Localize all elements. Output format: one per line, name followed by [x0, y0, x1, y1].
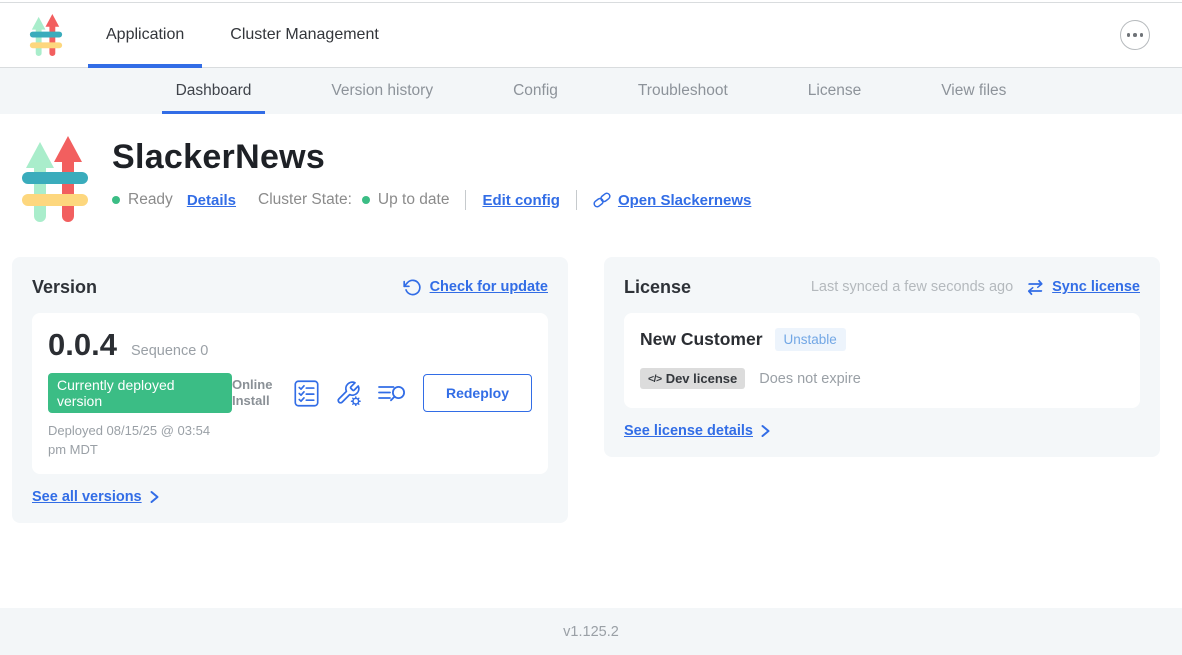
chevron-right-icon [149, 490, 160, 504]
tab-label: License [808, 82, 861, 100]
divider [576, 190, 577, 210]
overflow-menu-button[interactable] [1120, 20, 1150, 50]
version-info: 0.0.4 Sequence 0 Currently deployed vers… [48, 327, 232, 460]
license-card-header: License Last synced a few seconds ago Sy… [624, 275, 1140, 299]
details-link[interactable]: Details [187, 192, 236, 209]
tab-troubleshoot[interactable]: Troubleshoot [624, 68, 742, 114]
chain-link-icon [593, 191, 611, 209]
config-wrench-icon[interactable] [334, 380, 362, 406]
divider [465, 190, 466, 210]
console-version-label: v1.125.2 [563, 624, 619, 640]
tab-config[interactable]: Config [499, 68, 572, 114]
version-action-icons [294, 380, 407, 407]
nav-spacer [397, 3, 1120, 67]
cluster-state-value: Up to date [378, 191, 450, 209]
edit-config-link[interactable]: Edit config [482, 192, 560, 209]
see-license-details-row: See license details [624, 423, 1140, 439]
app-status-text: Ready [128, 191, 173, 209]
app-header: SlackerNews Ready Details Cluster State:… [20, 134, 1182, 224]
license-details-panel: New Customer Unstable </> Dev license Do… [624, 313, 1140, 408]
check-for-update-link[interactable]: Check for update [403, 278, 548, 297]
code-icon: </> [648, 373, 662, 385]
license-type-row: </> Dev license Does not expire [640, 368, 1124, 389]
refresh-icon [403, 278, 422, 297]
tab-label: Dashboard [176, 82, 252, 100]
app-sub-nav: Dashboard Version history Config Trouble… [0, 68, 1182, 114]
version-card: Version Check for update 0.0.4 Sequ [12, 257, 568, 523]
nav-tab-application[interactable]: Application [88, 3, 202, 67]
customer-name: New Customer [640, 329, 763, 350]
diff-release-notes-icon[interactable] [377, 381, 407, 405]
deployed-status-badge: Currently deployed version [48, 373, 232, 413]
version-number: 0.0.4 [48, 327, 117, 363]
chevron-right-icon [760, 424, 771, 438]
sync-arrows-icon [1025, 279, 1045, 296]
app-header-text: SlackerNews Ready Details Cluster State:… [112, 134, 751, 224]
tab-label: Troubleshoot [638, 82, 728, 100]
ellipsis-icon [1127, 33, 1131, 37]
tab-label: Version history [331, 82, 433, 100]
app-status-row: Ready Details Cluster State: Up to date … [112, 190, 751, 210]
tab-view-files[interactable]: View files [927, 68, 1020, 114]
version-number-row: 0.0.4 Sequence 0 [48, 327, 232, 363]
main-content: SlackerNews Ready Details Cluster State:… [0, 114, 1182, 608]
cluster-state-label: Cluster State: [258, 191, 352, 209]
install-type-label: Online Install [232, 377, 280, 410]
tab-version-history[interactable]: Version history [317, 68, 447, 114]
tab-label: View files [941, 82, 1006, 100]
license-expiry-text: Does not expire [759, 371, 861, 387]
channel-badge: Unstable [775, 328, 846, 351]
sequence-label: Sequence 0 [131, 343, 208, 359]
version-actions: Online Install [232, 374, 532, 412]
app-logo-icon [28, 13, 64, 57]
app-footer: v1.125.2 [0, 608, 1182, 655]
app-status-dot-icon [112, 196, 120, 204]
cluster-status-dot-icon [362, 196, 370, 204]
version-card-title: Version [32, 277, 97, 298]
redeploy-button[interactable]: Redeploy [423, 374, 532, 412]
version-card-header: Version Check for update [32, 275, 548, 299]
nav-tab-label: Application [106, 26, 184, 44]
nav-tab-cluster-management[interactable]: Cluster Management [212, 3, 397, 67]
customer-row: New Customer Unstable [640, 328, 1124, 351]
app-logo-large-icon [20, 134, 90, 224]
current-version-panel: 0.0.4 Sequence 0 Currently deployed vers… [32, 313, 548, 474]
license-card-title: License [624, 277, 691, 298]
see-all-versions-link[interactable]: See all versions [32, 489, 142, 505]
tab-license[interactable]: License [794, 68, 875, 114]
license-card: License Last synced a few seconds ago Sy… [604, 257, 1160, 457]
see-all-versions-row: See all versions [32, 489, 548, 505]
see-license-details-link[interactable]: See license details [624, 423, 753, 439]
page-title: SlackerNews [112, 138, 751, 177]
last-synced-text: Last synced a few seconds ago [811, 279, 1013, 295]
preflight-checks-icon[interactable] [294, 380, 319, 407]
dashboard-cards: Version Check for update 0.0.4 Sequ [12, 257, 1160, 523]
license-type-badge: </> Dev license [640, 368, 745, 389]
top-nav: Application Cluster Management [0, 3, 1182, 68]
deployed-timestamp: Deployed 08/15/25 @ 03:54 pm MDT [48, 422, 226, 460]
open-app-link[interactable]: Open Slackernews [593, 191, 751, 209]
nav-tab-label: Cluster Management [230, 26, 379, 44]
sync-license-link[interactable]: Sync license [1052, 279, 1140, 295]
tab-dashboard[interactable]: Dashboard [162, 68, 266, 114]
tab-label: Config [513, 82, 558, 100]
